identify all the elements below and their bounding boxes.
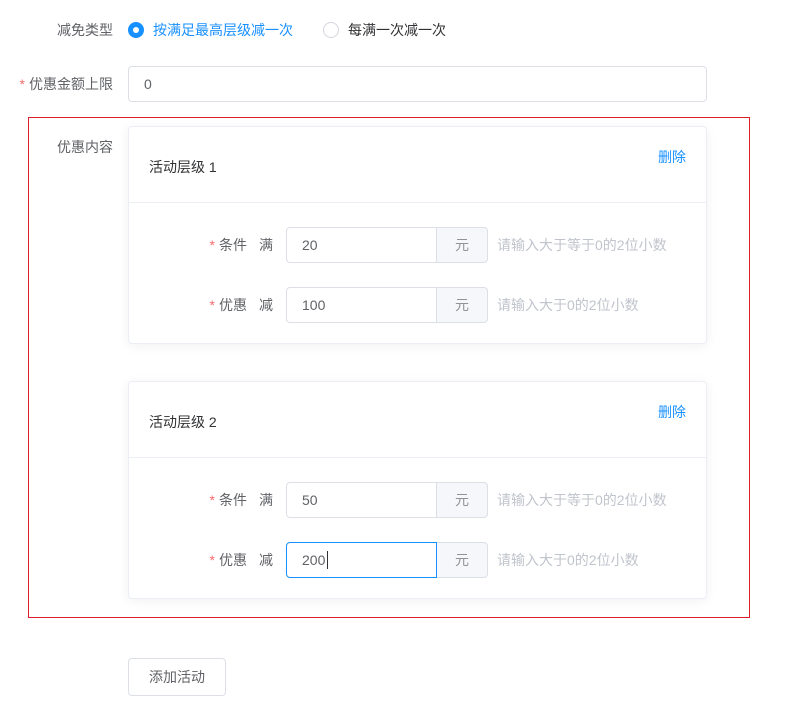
discount-cap-label: *优惠金额上限 [0,74,113,94]
radio-option-label[interactable]: 每满一次减一次 [348,20,446,40]
input-hint: 请输入大于0的2位小数 [497,550,639,570]
discount-cap-input[interactable] [128,66,707,102]
input-hint: 请输入大于等于0的2位小数 [497,490,667,510]
input-hint: 请输入大于0的2位小数 [497,295,639,315]
amount-input[interactable] [286,482,437,518]
field-prefix-char: 满 [259,235,273,255]
discount-cap-row: *优惠金额上限 [0,66,812,102]
field-prefix-char: 满 [259,490,273,510]
amount-input-group: 元 [286,227,488,263]
tier-card: 活动层级 2 删除 *条件 满 元 请输入大于等于0的2位小数 *优惠 减 元 … [128,381,707,599]
field-label: *条件 [129,490,247,510]
radio-selected-icon[interactable] [128,22,144,38]
radio-option-label[interactable]: 按满足最高层级减一次 [153,20,293,40]
required-asterisk: * [210,552,215,568]
amount-input[interactable] [286,542,437,578]
amount-input[interactable] [286,227,437,263]
amount-input-group: 元 [286,482,488,518]
amount-input-wrap [286,227,437,263]
tier-list: 活动层级 1 删除 *条件 满 元 请输入大于等于0的2位小数 *优惠 减 元 … [128,126,707,599]
field-label: *条件 [129,235,247,255]
tier-card-body: *条件 满 元 请输入大于等于0的2位小数 *优惠 减 元 请输入大于0的2位小… [129,203,706,343]
text-cursor [327,551,328,569]
tier-form-row: *优惠 减 元 请输入大于0的2位小数 [129,287,706,323]
tier-card-body: *条件 满 元 请输入大于等于0的2位小数 *优惠 减 元 请输入大于0的2位小… [129,458,706,598]
input-hint: 请输入大于等于0的2位小数 [497,235,667,255]
field-prefix-char: 减 [259,295,273,315]
field-label: *优惠 [129,550,247,570]
delete-tier-link[interactable]: 删除 [658,147,686,167]
unit-suffix: 元 [437,287,488,323]
radio-dot [133,27,139,33]
required-asterisk: * [210,297,215,313]
discount-activity-form: 减免类型 按满足最高层级减一次 每满一次减一次 *优惠金额上限 优惠内容 活动层… [0,0,812,696]
discount-content-label: 优惠内容 [29,137,113,157]
tier-form-row: *优惠 减 元 请输入大于0的2位小数 [129,542,706,578]
delete-tier-link[interactable]: 删除 [658,402,686,422]
tier-card-header: 活动层级 1 删除 [129,127,706,203]
amount-input-wrap [286,482,437,518]
unit-suffix: 元 [437,227,488,263]
reduction-type-label: 减免类型 [0,20,113,40]
required-asterisk: * [210,492,215,508]
field-label: *优惠 [129,295,247,315]
field-prefix-char: 减 [259,550,273,570]
tier-form-row: *条件 满 元 请输入大于等于0的2位小数 [129,482,706,518]
radio-option-highest-tier[interactable]: 按满足最高层级减一次 [128,20,293,40]
amount-input-group: 元 [286,287,488,323]
tier-card-header: 活动层级 2 删除 [129,382,706,458]
amount-input[interactable] [286,287,437,323]
required-asterisk: * [20,76,25,92]
tier-title: 活动层级 1 [149,157,217,177]
unit-suffix: 元 [437,482,488,518]
radio-unselected-icon[interactable] [323,22,339,38]
tier-card: 活动层级 1 删除 *条件 满 元 请输入大于等于0的2位小数 *优惠 减 元 … [128,126,707,344]
unit-suffix: 元 [437,542,488,578]
tier-title: 活动层级 2 [149,412,217,432]
add-activity-button[interactable]: 添加活动 [128,658,226,696]
required-asterisk: * [210,237,215,253]
tier-form-row: *条件 满 元 请输入大于等于0的2位小数 [129,227,706,263]
amount-input-wrap [286,542,437,578]
discount-content-section: 优惠内容 活动层级 1 删除 *条件 满 元 请输入大于等于0的2位小数 *优惠… [28,117,750,618]
radio-option-every-time[interactable]: 每满一次减一次 [323,20,446,40]
amount-input-group: 元 [286,542,488,578]
reduction-type-row: 减免类型 按满足最高层级减一次 每满一次减一次 [0,20,812,40]
amount-input-wrap [286,287,437,323]
